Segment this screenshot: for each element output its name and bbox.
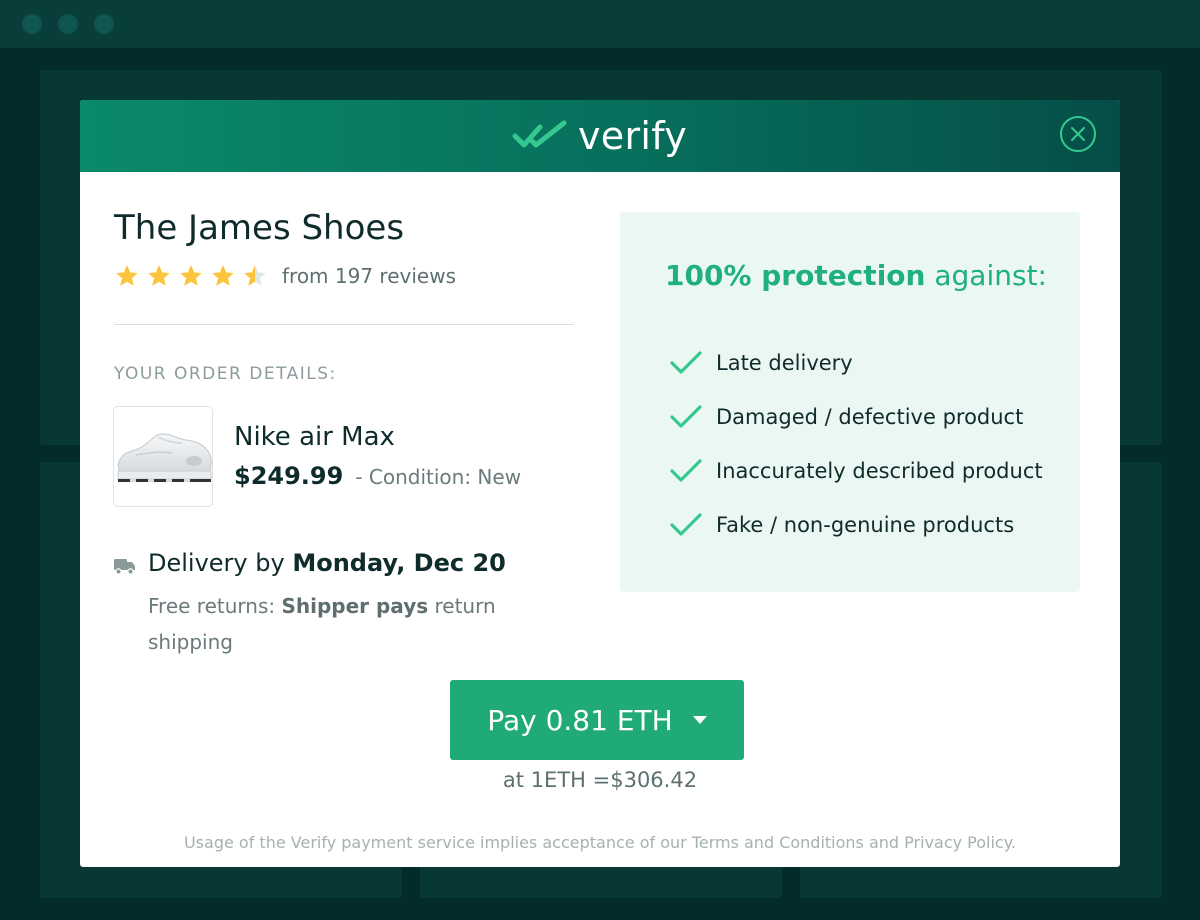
payment-modal: verify The James Shoes from 197 reviews … — [80, 100, 1120, 867]
check-icon — [670, 513, 702, 536]
protection-item-label: Inaccurately described product — [716, 459, 1043, 483]
truck-icon — [114, 559, 135, 575]
delivery-day: Monday, Dec 20 — [292, 549, 506, 577]
pay-button[interactable]: Pay 0.81 ETH — [450, 680, 744, 760]
protection-title-bold: 100% protection — [665, 259, 926, 292]
check-icon — [670, 351, 702, 374]
product-price: $249.99 — [234, 462, 344, 490]
check-icon — [670, 405, 702, 428]
protection-item-label: Fake / non-genuine products — [716, 513, 1015, 537]
star-rating — [114, 263, 274, 289]
protection-item-label: Damaged / defective product — [716, 405, 1024, 429]
close-icon — [1071, 127, 1085, 141]
protection-list: Late delivery Damaged / defective produc… — [670, 336, 1043, 552]
returns-policy: Free returns: Shipper pays return shippi… — [148, 588, 528, 660]
protection-panel: 100% protection against: Late delivery D… — [620, 212, 1080, 592]
protection-title-rest: against: — [925, 259, 1047, 292]
protection-item: Late delivery — [670, 336, 1043, 390]
window-titlebar — [0, 0, 1200, 48]
product-condition: - Condition: New — [355, 465, 522, 489]
window-minimize-dot[interactable] — [58, 14, 78, 34]
double-check-icon — [512, 120, 567, 148]
store-title: The James Shoes — [114, 208, 405, 248]
product-name: Nike air Max — [234, 422, 395, 452]
product-price-row: $249.99 - Condition: New — [234, 462, 521, 490]
exchange-rate: at 1ETH =$306.42 — [502, 768, 698, 792]
window-close-dot[interactable] — [22, 14, 42, 34]
order-details-label: YOUR ORDER DETAILS: — [114, 364, 337, 384]
star-icon — [148, 265, 170, 286]
modal-header: verify — [80, 100, 1120, 172]
protection-item-label: Late delivery — [716, 351, 853, 375]
delivery-prefix: Delivery by — [148, 549, 293, 577]
star-icon — [180, 265, 202, 286]
protection-item: Inaccurately described product — [670, 444, 1043, 498]
window-maximize-dot[interactable] — [94, 14, 114, 34]
legal-notice: Usage of the Verify payment service impl… — [183, 833, 1016, 852]
delivery-date: Delivery by Monday, Dec 20 — [148, 549, 506, 577]
close-button[interactable] — [1060, 116, 1096, 152]
sneaker-image — [117, 433, 212, 482]
product-image — [113, 406, 213, 507]
protection-title: 100% protection against: — [665, 259, 1047, 292]
star-icon — [212, 265, 234, 286]
pay-button-label: Pay 0.81 ETH — [487, 703, 673, 737]
star-icon — [244, 265, 266, 286]
returns-prefix: Free returns: — [148, 594, 282, 618]
verify-logo: verify — [512, 110, 687, 162]
protection-item: Damaged / defective product — [670, 390, 1043, 444]
check-icon — [670, 459, 702, 482]
reviews-count[interactable]: from 197 reviews — [282, 263, 456, 289]
protection-item: Fake / non-genuine products — [670, 498, 1043, 552]
returns-payer: Shipper pays — [281, 594, 429, 618]
star-icon — [116, 265, 138, 286]
chevron-down-icon[interactable] — [692, 716, 707, 724]
divider — [114, 324, 574, 325]
logo-text: verify — [578, 114, 688, 158]
